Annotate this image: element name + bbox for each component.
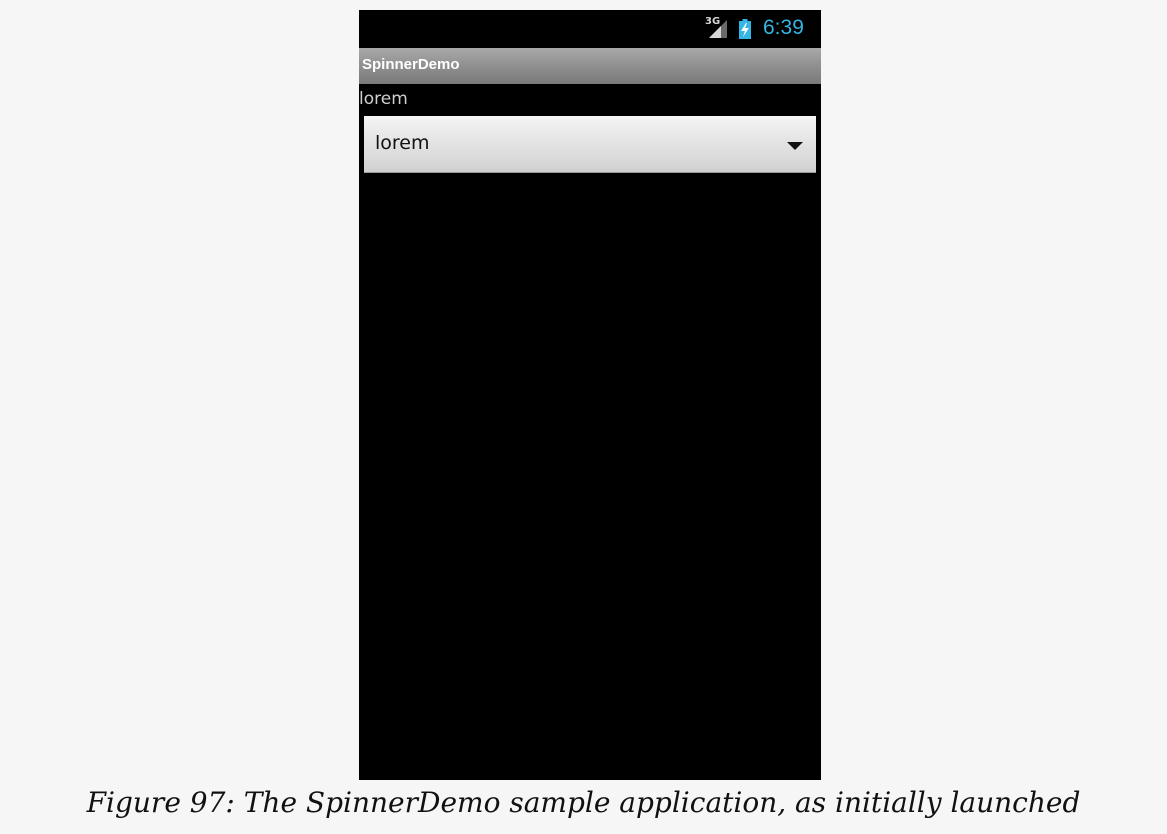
selection-label: lorem: [359, 89, 408, 109]
title-bar: SpinnerDemo: [359, 48, 821, 84]
battery-charging-icon: [739, 19, 751, 39]
spinner-selected-value: lorem: [375, 132, 430, 154]
dropdown-arrow-icon: [787, 142, 803, 150]
status-bar: 3G 6:39: [359, 10, 821, 48]
figure-caption: Figure 97: The SpinnerDemo sample applic…: [86, 786, 1081, 819]
app-title: SpinnerDemo: [362, 56, 460, 73]
spinner-dropdown[interactable]: lorem: [364, 116, 816, 173]
phone-screen: 3G 6:39 SpinnerDemo lorem lorem: [359, 10, 821, 780]
cellular-signal-icon: [709, 20, 727, 38]
status-time: 6:39: [763, 16, 804, 39]
